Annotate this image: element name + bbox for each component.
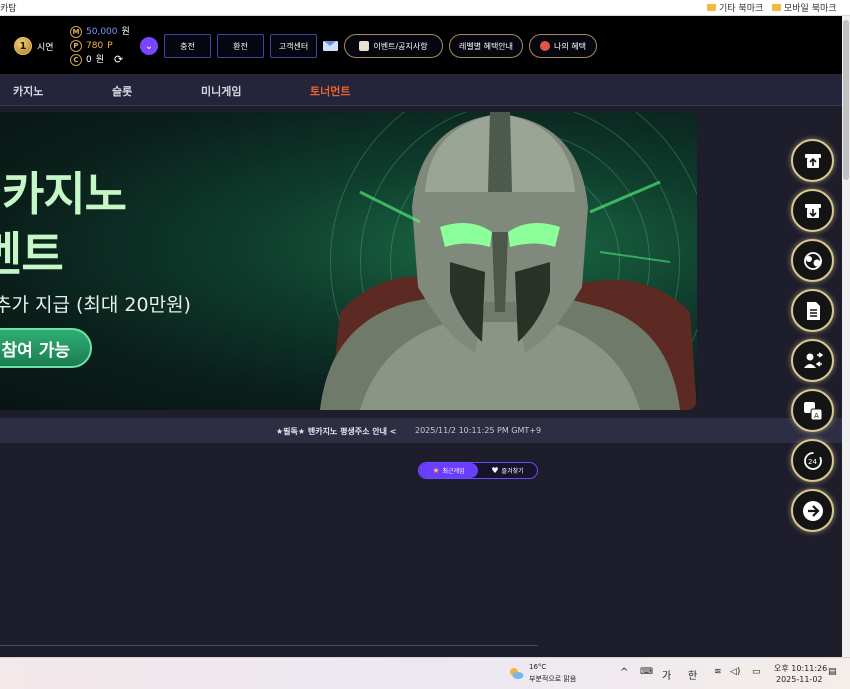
notification-icon[interactable]: ▤	[828, 667, 837, 677]
ime-mode-1[interactable]: 가	[662, 667, 671, 682]
clock-time[interactable]: 오후 10:11:26	[774, 663, 827, 674]
point-coin-icon: P	[70, 40, 82, 52]
folder-icon	[772, 4, 781, 11]
point-value: 780	[86, 41, 104, 51]
banner-title-line2: 벤트	[0, 227, 64, 281]
nav-casino[interactable]: 카지노	[13, 83, 43, 99]
deposit-icon	[804, 153, 821, 168]
chevron-up-icon[interactable]: ^	[620, 667, 628, 678]
money-coin-icon: M	[70, 26, 82, 38]
level-benefit-button[interactable]: 레벨별 혜택안내	[449, 34, 523, 58]
nav-minigame[interactable]: 미니게임	[201, 83, 241, 99]
gift-icon	[359, 41, 370, 51]
main-nav: 카지노 슬롯 미니게임 토너먼트	[0, 74, 842, 106]
site-header: 1 시연 M 50,000 원 P 780 P C 0 원 ⟳ ⌄ 충전 환전 …	[0, 16, 842, 74]
username: 시연	[37, 42, 54, 53]
ime-mode-2[interactable]: 한	[688, 667, 697, 682]
folder-icon	[707, 4, 716, 11]
translate-icon: A	[803, 401, 822, 420]
taskbar: 16°C 부분적으로 맑음 ^ ⌨ 가 한 ≋ ◁) ▭ 오후 10:11:26…	[0, 657, 850, 689]
svg-text:24: 24	[808, 458, 817, 466]
keyboard-icon[interactable]: ⌨	[640, 667, 653, 677]
weather-description: 부분적으로 맑음	[529, 675, 577, 683]
withdraw-icon	[804, 203, 821, 218]
scrollbar-thumb[interactable]	[843, 20, 849, 180]
heart-icon: ♥	[491, 466, 499, 475]
weather-partly-sunny-icon	[510, 668, 524, 679]
side-document-button[interactable]	[791, 289, 834, 332]
point-unit: P	[107, 41, 113, 51]
tab-fragment: 카탐	[0, 4, 17, 14]
customer-center-button[interactable]: 고객센터	[270, 34, 317, 58]
side-point-exchange-button[interactable]	[791, 239, 834, 282]
my-benefit-button[interactable]: 나의 혜택	[529, 34, 597, 58]
banner-subtitle: 추가 지급 (최대 20만원)	[0, 294, 191, 316]
side-deposit-button[interactable]	[791, 139, 834, 182]
volume-icon[interactable]: ◁)	[730, 667, 740, 677]
star-icon: ★	[432, 466, 440, 475]
side-user-switch-button[interactable]	[791, 339, 834, 382]
banner-cta-button[interactable]: 참여 가능	[0, 328, 92, 368]
balance-panel: M 50,000 원 P 780 P C 0 원 ⟳	[70, 25, 130, 67]
banner-title-line1: 카지노	[2, 167, 127, 221]
document-icon	[806, 301, 820, 320]
event-notice-button[interactable]: 이벤트/공지사항	[344, 34, 443, 58]
ticker-timestamp: 2025/11/2 10:11:25 PM GMT+9	[415, 426, 542, 435]
spartan-warrior-image	[320, 112, 697, 410]
money-unit: 원	[121, 27, 130, 37]
tab-recent-games[interactable]: ★ 최근게임	[419, 463, 478, 478]
side-support-24-button[interactable]: 24	[791, 439, 834, 482]
nav-tournament[interactable]: 토너먼트	[310, 83, 350, 99]
side-logout-button[interactable]	[791, 489, 834, 532]
logout-icon	[802, 500, 823, 521]
money-value: 50,000	[86, 27, 118, 37]
wifi-icon[interactable]: ≋	[714, 667, 722, 677]
content-divider	[0, 645, 538, 646]
nav-slot[interactable]: 슬롯	[112, 83, 132, 99]
coupon-balance: C 0 원 ⟳	[70, 53, 130, 67]
ticker-text: ★필독★ 텐카지노 평생주소 안내 <	[276, 427, 397, 436]
promo-banner[interactable]: 카지노 벤트 추가 지급 (최대 20만원) 참여 가능	[0, 112, 697, 410]
clock-date[interactable]: 2025-11-02	[776, 675, 823, 684]
money-balance: M 50,000 원	[70, 25, 130, 39]
side-withdraw-button[interactable]	[791, 189, 834, 232]
coupon-coin-icon: C	[70, 54, 82, 66]
mail-icon[interactable]	[323, 41, 338, 51]
bookmark-other[interactable]: 기타 북마크	[707, 1, 763, 14]
withdraw-button[interactable]: 환전	[217, 34, 264, 58]
side-translate-button[interactable]: A	[791, 389, 834, 432]
game-tabs: ★ 최근게임 ♥ 즐겨찾기	[418, 462, 538, 479]
point-balance: P 780 P	[70, 39, 130, 53]
refresh-icon[interactable]: ⟳	[114, 53, 123, 67]
point-exchange-icon	[803, 251, 822, 270]
support-24-icon: 24	[803, 451, 822, 470]
chevron-down-icon[interactable]: ⌄	[140, 37, 158, 55]
battery-icon[interactable]: ▭	[752, 667, 761, 677]
coupon-unit: 원	[95, 55, 105, 65]
coupon-value: 0	[86, 55, 92, 65]
notice-ticker[interactable]: ★필독★ 텐카지노 평생주소 안내 < 2025/11/2 10:11:25 P…	[0, 418, 842, 443]
bookmark-bar: 카탐 기타 북마크 모바일 북마크	[0, 0, 850, 16]
target-icon	[540, 41, 550, 51]
svg-text:A: A	[814, 412, 819, 420]
deposit-button[interactable]: 충전	[164, 34, 211, 58]
user-switch-icon	[803, 351, 823, 368]
weather-temperature: 16°C	[529, 663, 547, 671]
bookmark-mobile[interactable]: 모바일 북마크	[772, 1, 837, 14]
level-badge-icon: 1	[14, 37, 32, 55]
tab-favorites[interactable]: ♥ 즐겨찾기	[478, 463, 537, 478]
user-level: 1 시연	[14, 37, 54, 55]
